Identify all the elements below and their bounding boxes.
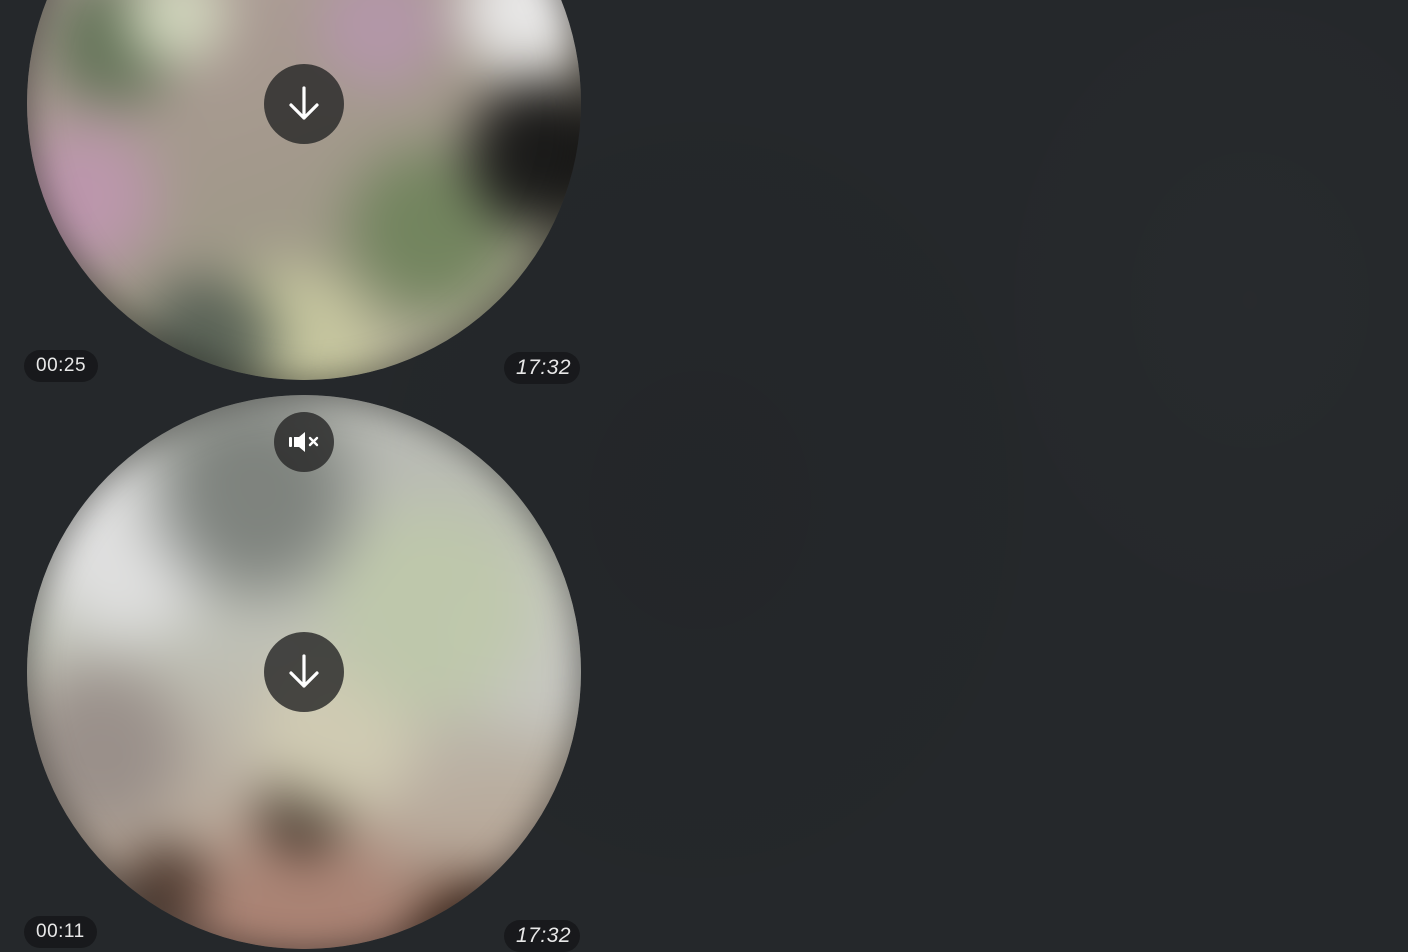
timestamp-badge: 17:32 [504, 920, 581, 952]
duration-badge: 00:11 [24, 916, 97, 948]
timestamp-badge: 17:32 [504, 352, 581, 384]
video-message-1[interactable]: 00:25 17:32 [0, 0, 600, 390]
download-button[interactable] [264, 64, 344, 144]
mute-toggle-button[interactable] [274, 412, 334, 472]
video-message-2[interactable]: 00:11 17:32 [0, 395, 600, 952]
arrow-down-icon [289, 654, 319, 688]
download-button[interactable] [264, 632, 344, 712]
speaker-muted-icon [289, 432, 319, 452]
arrow-down-icon [289, 86, 319, 120]
video-circle-thumbnail[interactable] [27, 0, 581, 380]
duration-badge: 00:25 [24, 350, 99, 382]
